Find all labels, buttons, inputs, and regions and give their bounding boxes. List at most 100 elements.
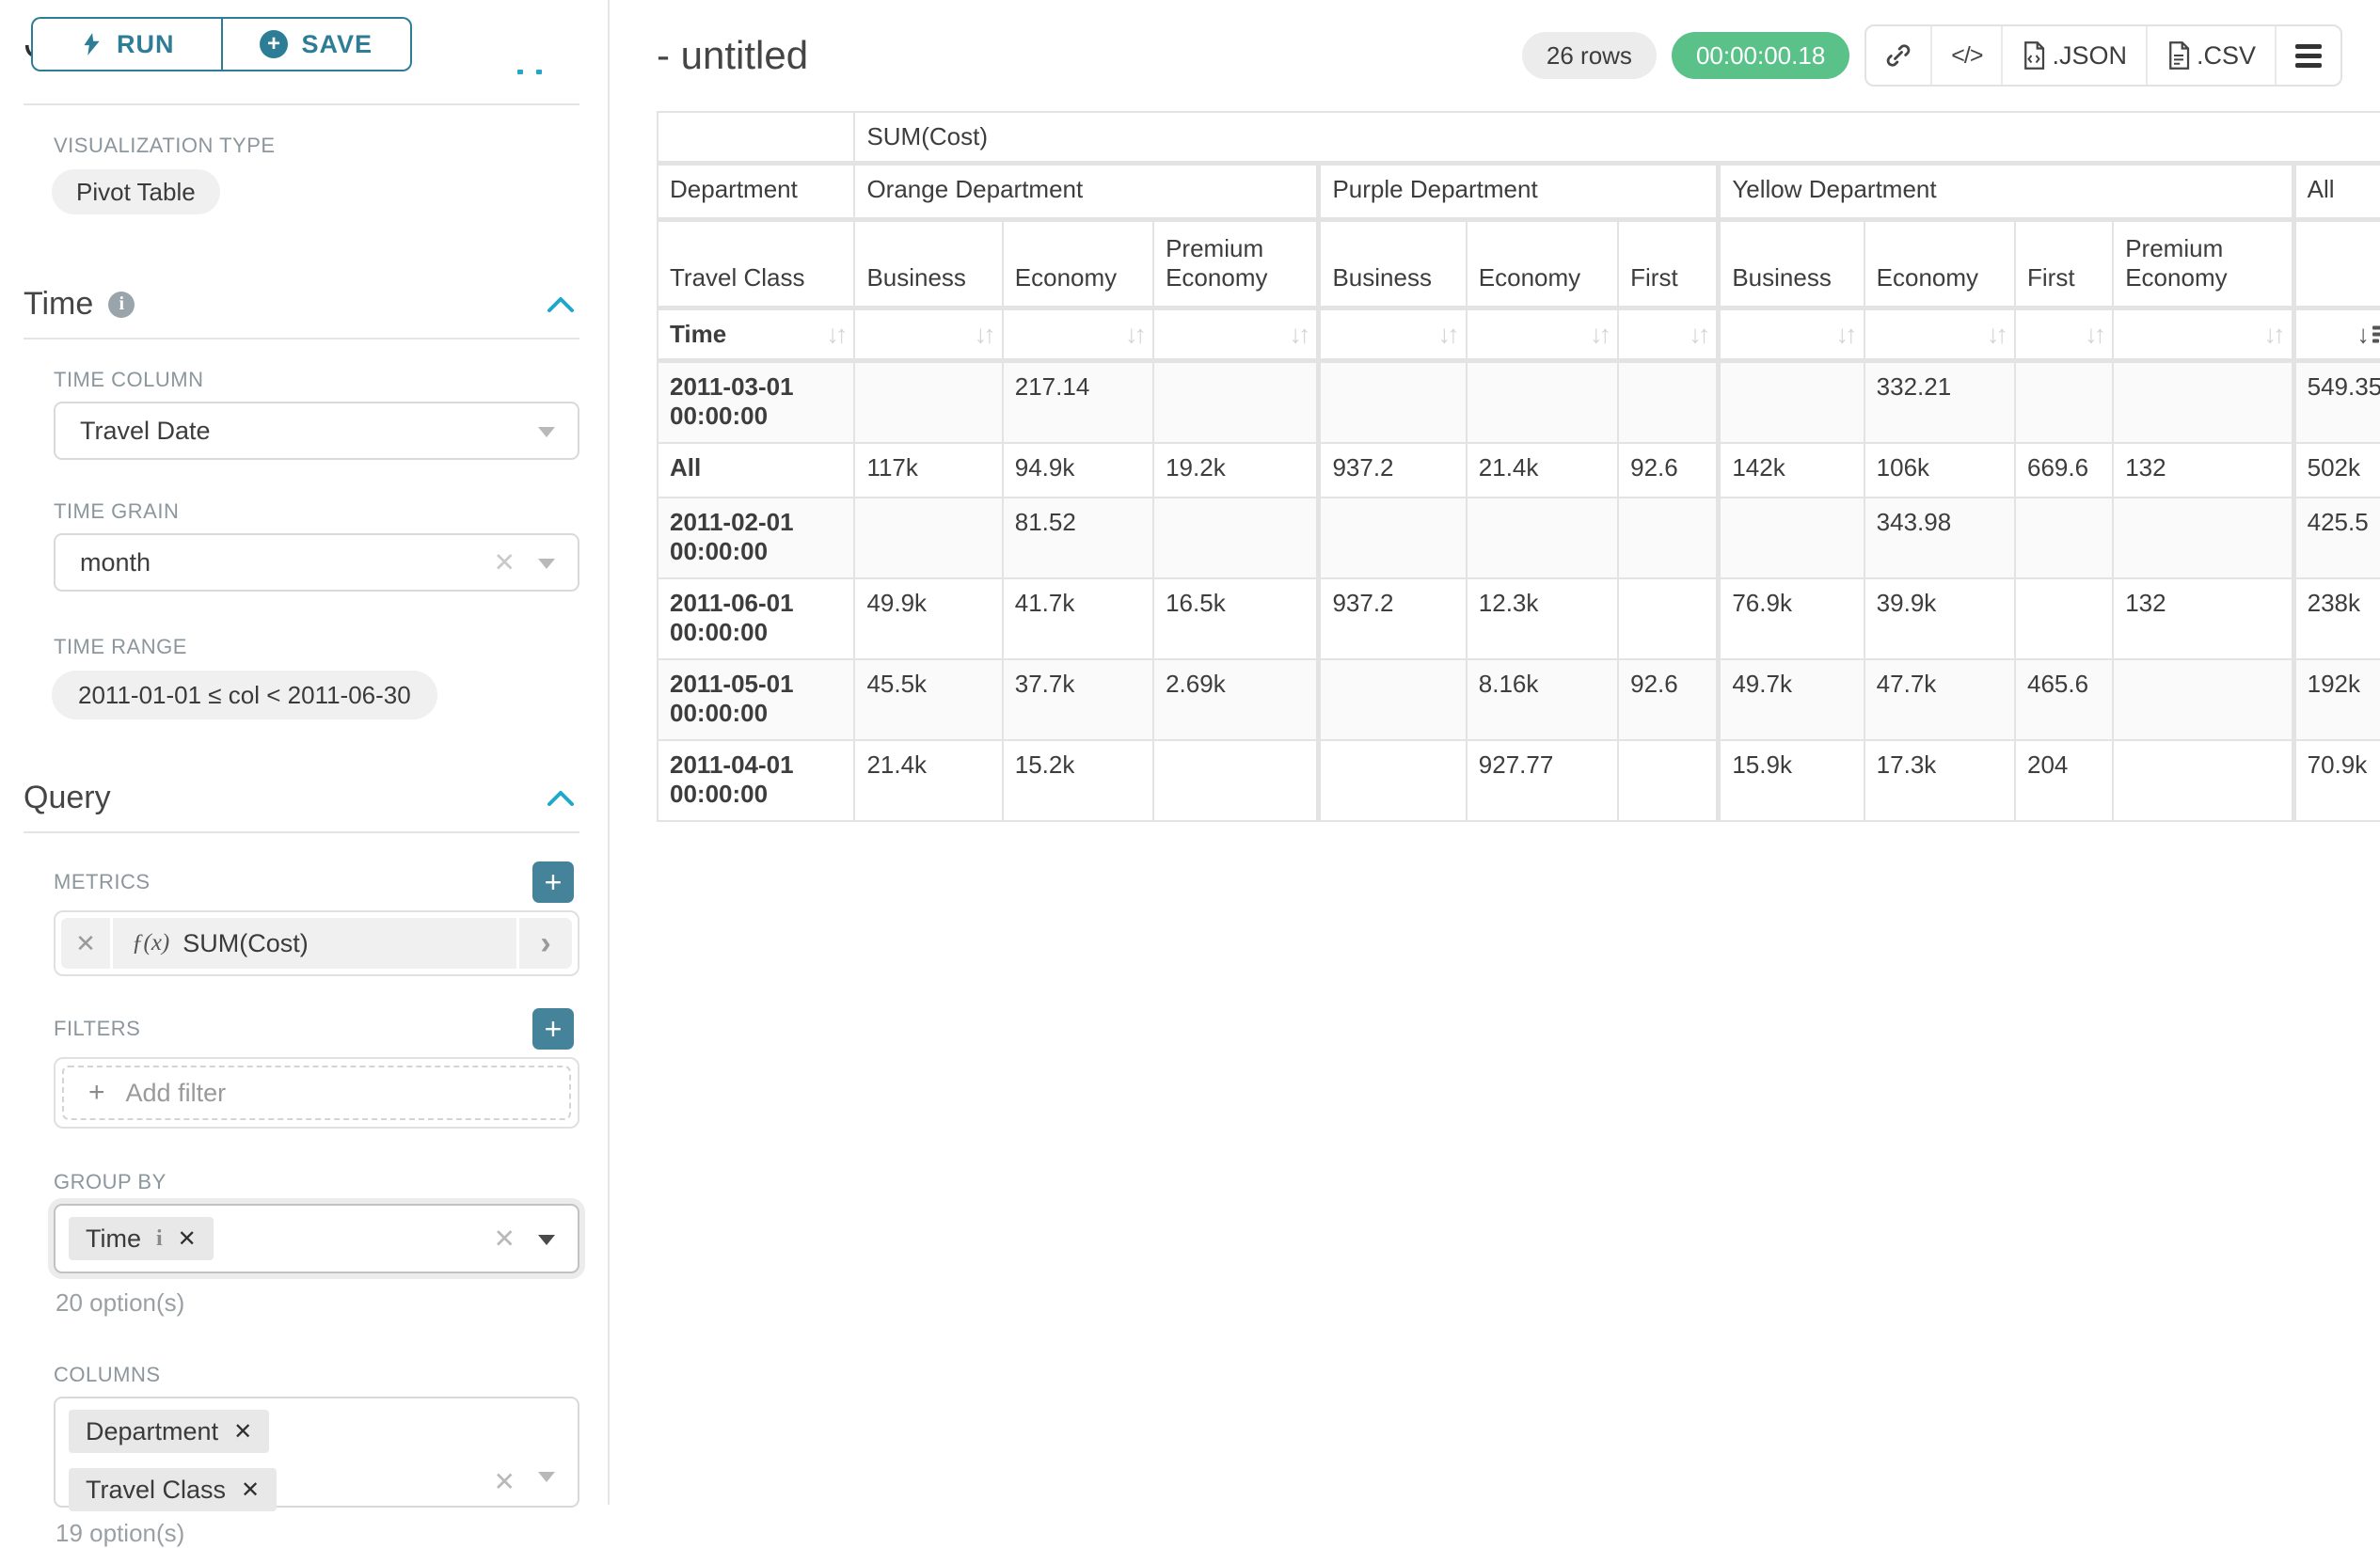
value-cell: 37.7k xyxy=(1004,660,1152,739)
pivot-corner-cell xyxy=(658,113,853,164)
menu-button[interactable] xyxy=(2275,26,2340,85)
time-range-value[interactable]: 2011-01-01 ≤ col < 2011-06-30 xyxy=(52,671,437,719)
time-column-select[interactable]: Travel Date xyxy=(54,402,579,460)
value-cell xyxy=(2016,498,2112,577)
time-grain-select[interactable]: month ✕ xyxy=(54,533,579,592)
columns-tags: Department✕ Travel Class✕ xyxy=(69,1410,487,1511)
travel-class-header[interactable]: Economy xyxy=(1004,222,1152,308)
travel-class-header[interactable]: First xyxy=(1619,222,1716,308)
visualization-type-value[interactable]: Pivot Table xyxy=(52,169,220,214)
view-query-button[interactable]: </> xyxy=(1930,26,2001,85)
metrics-label: METRICS xyxy=(54,870,151,894)
value-cell: 15.2k xyxy=(1004,741,1152,820)
save-button[interactable]: + SAVE xyxy=(222,17,413,71)
hamburger-menu-icon xyxy=(2295,44,2322,68)
travel-class-header[interactable] xyxy=(2293,222,2380,308)
value-cell: 192k xyxy=(2293,660,2380,739)
chart-title[interactable]: - untitled xyxy=(657,33,808,78)
add-filter-button[interactable]: + Add filter xyxy=(62,1066,571,1120)
chevron-up-icon[interactable] xyxy=(546,295,576,314)
fx-icon: ƒ(x) xyxy=(132,930,169,956)
column-sort-header[interactable]: ↓↑ xyxy=(1468,310,1617,361)
columns-select[interactable]: Department✕ Travel Class✕ ✕ xyxy=(54,1397,579,1508)
travel-class-header[interactable]: Business xyxy=(1718,222,1863,308)
column-sort-header[interactable]: ↓↑ xyxy=(855,310,1001,361)
column-sort-header[interactable]: ↓↑ xyxy=(1865,310,2014,361)
row-label-cell: 2011-06-01 00:00:00 xyxy=(658,579,853,658)
remove-tag-icon[interactable]: ✕ xyxy=(241,1477,260,1504)
row-count-badge: 26 rows xyxy=(1522,32,1657,79)
remove-tag-icon[interactable]: ✕ xyxy=(233,1418,252,1445)
save-button-label: SAVE xyxy=(301,30,373,59)
columns-options-count: 19 option(s) xyxy=(56,1519,579,1548)
sort-icon: ↓↑ xyxy=(975,320,992,349)
pivot-table: SUM(Cost)DepartmentOrange DepartmentPurp… xyxy=(657,111,2380,822)
value-cell: 927.77 xyxy=(1468,741,1617,820)
column-sort-header[interactable]: ↓↑ xyxy=(1004,310,1152,361)
row-label-cell: 2011-02-01 00:00:00 xyxy=(658,498,853,577)
select-tag-label: Time xyxy=(86,1224,141,1254)
query-section-title: Query xyxy=(24,780,111,816)
value-cell xyxy=(1718,363,1863,442)
travel-class-header[interactable]: Premium Economy xyxy=(1154,222,1316,308)
travel-class-header[interactable]: Economy xyxy=(1865,222,2014,308)
clear-icon[interactable]: ✕ xyxy=(494,1466,516,1497)
value-cell: 132 xyxy=(2114,579,2291,658)
time-column-label: TIME COLUMN xyxy=(54,368,579,392)
column-group-header: All xyxy=(2293,166,2380,220)
column-sort-header[interactable]: ↓ xyxy=(2293,310,2380,361)
travel-class-header[interactable]: Premium Economy xyxy=(2114,222,2291,308)
value-cell: 142k xyxy=(1718,444,1863,497)
column-sort-header[interactable]: ↓↑ xyxy=(1619,310,1716,361)
column-sort-header[interactable]: ↓↑ xyxy=(1318,310,1465,361)
chart-header-right: 26 rows 00:00:00.18 </> xyxy=(1522,24,2342,87)
select-tag[interactable]: Timei✕ xyxy=(69,1217,214,1260)
metric-pill[interactable]: ƒ(x) SUM(Cost) xyxy=(113,918,516,969)
export-json-button[interactable]: .JSON xyxy=(2001,26,2146,85)
value-cell: 204 xyxy=(2016,741,2112,820)
value-cell: 94.9k xyxy=(1004,444,1152,497)
chevron-down-icon xyxy=(538,1472,555,1482)
expand-metric-icon[interactable]: › xyxy=(519,918,572,969)
column-sort-header[interactable]: ↓↑ xyxy=(1154,310,1316,361)
remove-tag-icon[interactable]: ✕ xyxy=(178,1225,197,1253)
remove-metric-icon[interactable]: ✕ xyxy=(61,918,110,969)
add-metric-button[interactable]: + xyxy=(532,861,574,903)
value-cell: 217.14 xyxy=(1004,363,1152,442)
clear-icon[interactable]: ✕ xyxy=(494,547,516,578)
filters-field-row: FILTERS + xyxy=(54,1008,574,1050)
chevron-up-icon[interactable] xyxy=(546,789,576,808)
value-cell xyxy=(1318,741,1465,820)
value-cell: 41.7k xyxy=(1004,579,1152,658)
value-cell xyxy=(1619,498,1716,577)
link-icon xyxy=(1885,42,1912,69)
export-csv-button[interactable]: .CSV xyxy=(2146,26,2275,85)
group-by-select[interactable]: Timei✕ ✕ xyxy=(54,1204,579,1273)
column-sort-header[interactable]: ↓↑ xyxy=(1718,310,1863,361)
travel-class-header[interactable]: First xyxy=(2016,222,2112,308)
value-cell: 669.6 xyxy=(2016,444,2112,497)
column-sort-header[interactable]: ↓↑ xyxy=(2016,310,2112,361)
add-filter-plus-button[interactable]: + xyxy=(532,1008,574,1050)
metric-control: ✕ ƒ(x) SUM(Cost) › xyxy=(54,910,579,976)
time-sort-header[interactable]: Time↓↑ xyxy=(658,310,853,361)
column-sort-header[interactable]: ↓↑ xyxy=(2114,310,2291,361)
value-cell: 39.9k xyxy=(1865,579,2014,658)
run-button-label: RUN xyxy=(117,30,175,59)
value-cell xyxy=(1154,498,1316,577)
travel-class-header[interactable]: Business xyxy=(855,222,1001,308)
select-tag[interactable]: Travel Class✕ xyxy=(69,1468,277,1511)
time-grain-label: TIME GRAIN xyxy=(54,499,579,524)
chevron-up-icon[interactable] xyxy=(517,70,542,74)
time-range-label: TIME RANGE xyxy=(54,635,579,659)
select-tag[interactable]: Department✕ xyxy=(69,1410,269,1453)
travel-class-header[interactable]: Business xyxy=(1318,222,1465,308)
time-section-header[interactable]: Time i xyxy=(24,286,579,323)
value-cell xyxy=(1468,498,1617,577)
value-cell: 70.9k xyxy=(2293,741,2380,820)
clear-icon[interactable]: ✕ xyxy=(494,1224,516,1255)
share-link-button[interactable] xyxy=(1866,26,1930,85)
run-button[interactable]: RUN xyxy=(31,17,222,71)
query-section-header[interactable]: Query xyxy=(24,780,579,816)
travel-class-header[interactable]: Economy xyxy=(1468,222,1617,308)
